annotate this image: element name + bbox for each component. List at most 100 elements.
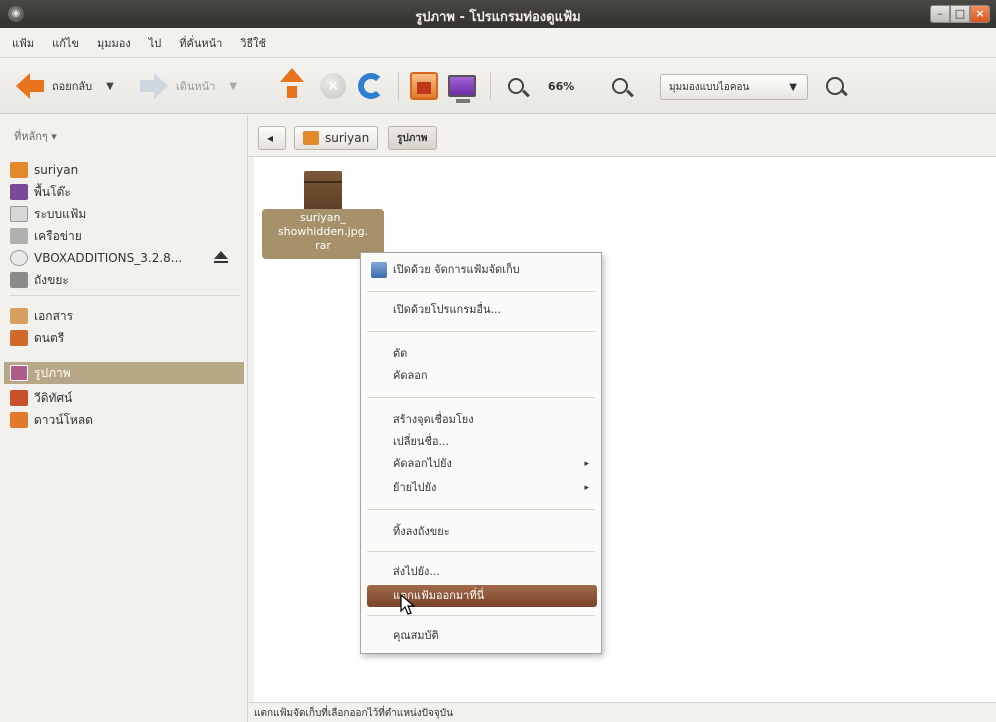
back-history-dropdown-icon[interactable]: ▼ <box>106 81 114 92</box>
sidebar-item-music[interactable]: ดนตรี <box>10 327 244 349</box>
computer-button[interactable] <box>448 70 476 103</box>
maximize-button[interactable]: □ <box>950 5 970 23</box>
videos-folder-icon <box>10 390 28 406</box>
sidebar-item-filesystem[interactable]: ระบบแฟ้ม <box>10 203 244 225</box>
menu-item-copy-to[interactable]: คัดลอกไปยัง ▸ <box>361 453 601 475</box>
breadcrumb-pictures[interactable]: รูปภาพ <box>388 126 437 150</box>
file-browser-window: ◉ รูปภาพ - โปรแกรมท่องดูแฟ้ม – □ × แฟ้ม … <box>0 0 996 722</box>
network-icon <box>10 228 28 244</box>
home-folder-icon <box>303 131 319 145</box>
reload-icon <box>358 73 384 99</box>
sidebar-item-pictures[interactable]: รูปภาพ <box>4 362 244 384</box>
stop-button[interactable]: × <box>320 70 346 102</box>
sidebar-item-home[interactable]: suriyan <box>10 159 244 181</box>
search-icon <box>826 77 844 95</box>
file-label-line: showhidden.jpg. <box>277 225 369 238</box>
sidebar-item-label: ดาวน์โหลด <box>34 412 93 427</box>
sidebar-item-vboxadditions[interactable]: VBOXADDITIONS_3.2.8... <box>10 247 244 269</box>
menu-edit[interactable]: แก้ไข <box>52 34 79 52</box>
menu-item-send-to[interactable]: ส่งไปยัง... <box>361 561 601 583</box>
view-mode-select[interactable]: มุมมองแบบไอคอน ▼ <box>660 74 808 100</box>
file-label-line: rar <box>315 239 331 252</box>
sidebar-item-downloads[interactable]: ดาวน์โหลด <box>10 409 244 431</box>
menu-go[interactable]: ไป <box>149 34 162 52</box>
menu-item-label: ย้ายไปยัง <box>393 481 437 494</box>
toolbar: ถอยกลับ ▼ เดินหน้า ▼ × 66% มุมมองแบบไอคอ… <box>0 58 996 114</box>
menu-item-open-with-archive-manager[interactable]: เปิดด้วย จัดการแฟ้มจัดเก็บ <box>361 259 601 281</box>
home-folder-icon <box>10 162 28 178</box>
sidebar-item-label: ถังขยะ <box>34 272 69 287</box>
forward-history-dropdown-icon[interactable]: ▼ <box>229 81 237 92</box>
menu-file[interactable]: แฟ้ม <box>12 34 34 52</box>
view-mode-label: มุมมองแบบไอคอน <box>669 81 750 93</box>
zoom-in-icon <box>612 78 628 94</box>
minimize-button[interactable]: – <box>930 5 950 23</box>
menu-bar: แฟ้ม แก้ไข มุมมอง ไป ที่คั่นหน้า วิธีใช้ <box>0 28 996 58</box>
menu-item-label: ทิ้งลงถังขยะ <box>393 525 450 538</box>
menu-bookmarks[interactable]: ที่คั่นหน้า <box>179 34 222 52</box>
submenu-arrow-icon: ▸ <box>584 459 589 469</box>
computer-icon <box>448 75 476 103</box>
path-scroll-left-button[interactable]: ◂ <box>258 126 286 150</box>
stop-icon: × <box>320 73 346 99</box>
menu-item-label: ส่งไปยัง... <box>393 565 440 578</box>
sidebar-item-label: suriyan <box>34 163 79 177</box>
sidebar-item-label: วีดิทัศน์ <box>34 390 73 405</box>
menu-item-cut[interactable]: ตัด <box>361 343 601 365</box>
menu-item-copy[interactable]: คัดลอก <box>361 365 601 387</box>
pictures-folder-icon <box>10 365 28 381</box>
sidebar-item-label: ดนตรี <box>34 330 65 345</box>
sidebar-item-documents[interactable]: เอกสาร <box>10 305 244 327</box>
reload-button[interactable] <box>358 70 384 102</box>
status-bar: แตกแฟ้มจัดเก็บที่เลือกออกไว้ที่ตำแหน่งปั… <box>248 702 996 722</box>
up-button[interactable] <box>280 68 304 102</box>
menu-item-rename[interactable]: เปลี่ยนชื่อ... <box>361 431 601 453</box>
documents-folder-icon <box>10 308 28 324</box>
menu-item-label: คัดลอกไปยัง <box>393 457 452 470</box>
archive-manager-icon <box>371 262 387 278</box>
menu-item-label: สร้างจุดเชื่อมโยง <box>393 413 474 426</box>
menu-item-label: เปิดด้วยโปรแกรมอื่น... <box>393 303 501 316</box>
back-button[interactable]: ถอยกลับ ▼ <box>16 70 114 102</box>
menu-item-label: คัดลอก <box>393 369 428 382</box>
trash-icon <box>10 272 28 288</box>
eject-icon[interactable] <box>214 251 228 263</box>
window-controls: – □ × <box>930 5 990 23</box>
menu-help[interactable]: วิธีใช้ <box>240 34 266 52</box>
close-button[interactable]: × <box>970 5 990 23</box>
filesystem-icon <box>10 206 28 222</box>
sidebar-item-desktop[interactable]: พื้นโต๊ะ <box>10 181 244 203</box>
sidebar-item-trash[interactable]: ถังขยะ <box>10 269 244 291</box>
breadcrumb-label: รูปภาพ <box>397 132 428 144</box>
menu-view[interactable]: มุมมอง <box>97 34 131 52</box>
menu-item-move-to-trash[interactable]: ทิ้งลงถังขยะ <box>361 521 601 543</box>
sidebar-item-label: รูปภาพ <box>34 365 71 380</box>
breadcrumb-label: suriyan <box>325 131 370 145</box>
home-button[interactable] <box>410 70 438 102</box>
sidebar-item-network[interactable]: เครือข่าย <box>10 225 244 247</box>
music-folder-icon <box>10 330 28 346</box>
submenu-arrow-icon: ▸ <box>584 483 589 493</box>
title-bar[interactable]: ◉ รูปภาพ - โปรแกรมท่องดูแฟ้ม – □ × <box>0 0 996 28</box>
location-bar: ◂ suriyan รูปภาพ <box>248 115 996 157</box>
downloads-folder-icon <box>10 412 28 428</box>
menu-item-move-to[interactable]: ย้ายไปยัง ▸ <box>361 477 601 499</box>
zoom-out-button[interactable] <box>508 70 524 102</box>
back-label: ถอยกลับ <box>52 80 93 93</box>
up-arrow-icon <box>280 68 304 82</box>
sidebar-item-videos[interactable]: วีดิทัศน์ <box>10 387 244 409</box>
menu-item-label: คุณสมบัติ <box>393 629 439 642</box>
archive-file-icon <box>304 171 342 211</box>
search-button[interactable] <box>826 70 844 102</box>
zoom-level[interactable]: 66% <box>548 70 574 102</box>
file-item[interactable]: suriyan_ showhidden.jpg. rar <box>262 165 384 259</box>
forward-button[interactable]: เดินหน้า ▼ <box>140 70 237 102</box>
menu-item-properties[interactable]: คุณสมบัติ <box>361 625 601 647</box>
menu-item-make-link[interactable]: สร้างจุดเชื่อมโยง <box>361 409 601 431</box>
sidebar-header[interactable]: ที่หลักๆ ▾ <box>14 127 57 145</box>
sidebar-item-label: VBOXADDITIONS_3.2.8... <box>34 251 183 265</box>
zoom-in-button[interactable] <box>612 70 628 102</box>
menu-item-open-with-other[interactable]: เปิดด้วยโปรแกรมอื่น... <box>361 299 601 321</box>
breadcrumb-home[interactable]: suriyan <box>294 126 379 150</box>
forward-arrow-icon <box>154 73 168 99</box>
